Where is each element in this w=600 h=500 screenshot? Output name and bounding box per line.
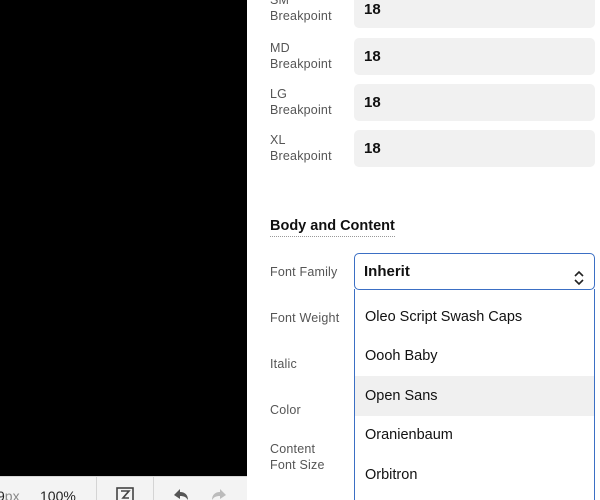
font-option-orbitron[interactable]: Orbitron (355, 455, 594, 495)
content-font-size-label: Content Font Size (270, 441, 325, 473)
app-root: 9px 100% SM Breakpoint 18 MD Breakpoint … (0, 0, 600, 500)
lg-breakpoint-input[interactable]: 18 (354, 84, 595, 121)
font-family-select[interactable]: Inherit (354, 253, 595, 290)
font-option-oranienbaum[interactable]: Oranienbaum (355, 415, 594, 455)
md-breakpoint-label: MD Breakpoint (270, 40, 332, 72)
bottom-toolbar: 9px 100% (0, 476, 247, 500)
label-line: Breakpoint (270, 149, 332, 163)
lg-breakpoint-label: LG Breakpoint (270, 86, 332, 118)
preview-canvas[interactable] (0, 0, 247, 476)
label-line: MD (270, 41, 290, 55)
toolbar-divider (153, 477, 154, 500)
toolbar-divider (96, 477, 97, 500)
zoom-percent[interactable]: 100% (40, 488, 76, 500)
font-family-selected-value: Inherit (364, 263, 410, 280)
redo-icon[interactable] (210, 487, 230, 500)
label-line: Breakpoint (270, 57, 332, 71)
sm-breakpoint-label: SM Breakpoint (270, 0, 332, 24)
xl-breakpoint-label: XL Breakpoint (270, 132, 332, 164)
font-weight-label: Font Weight (270, 311, 340, 325)
font-option-oooh-baby[interactable]: Oooh Baby (355, 336, 594, 376)
sm-breakpoint-input[interactable]: 18 (354, 0, 595, 28)
layout-icon[interactable] (116, 487, 136, 500)
canvas-width-readout[interactable]: 9px (0, 488, 20, 500)
font-family-dropdown[interactable]: Oleo Script Swash Caps Oooh Baby Open Sa… (354, 289, 595, 500)
canvas-width-unit: px (4, 488, 20, 500)
md-breakpoint-input[interactable]: 18 (354, 38, 595, 75)
label-line: Font Size (270, 458, 325, 472)
settings-panel: SM Breakpoint 18 MD Breakpoint 18 LG Bre… (247, 0, 600, 500)
xl-breakpoint-input[interactable]: 18 (354, 130, 595, 167)
label-line: XL (270, 133, 286, 147)
label-line: Breakpoint (270, 103, 332, 117)
label-line: Content (270, 442, 316, 456)
select-arrows-icon (573, 264, 585, 286)
label-line: SM (270, 0, 290, 7)
font-option-oleo-script-swash-caps[interactable]: Oleo Script Swash Caps (355, 297, 594, 337)
label-line: Breakpoint (270, 9, 332, 23)
font-option-open-sans[interactable]: Open Sans (355, 376, 594, 416)
color-label: Color (270, 403, 301, 417)
section-title-body-content: Body and Content (270, 218, 395, 237)
font-family-label: Font Family (270, 265, 338, 279)
undo-icon[interactable] (172, 487, 192, 500)
italic-label: Italic (270, 357, 297, 371)
label-line: LG (270, 87, 288, 101)
